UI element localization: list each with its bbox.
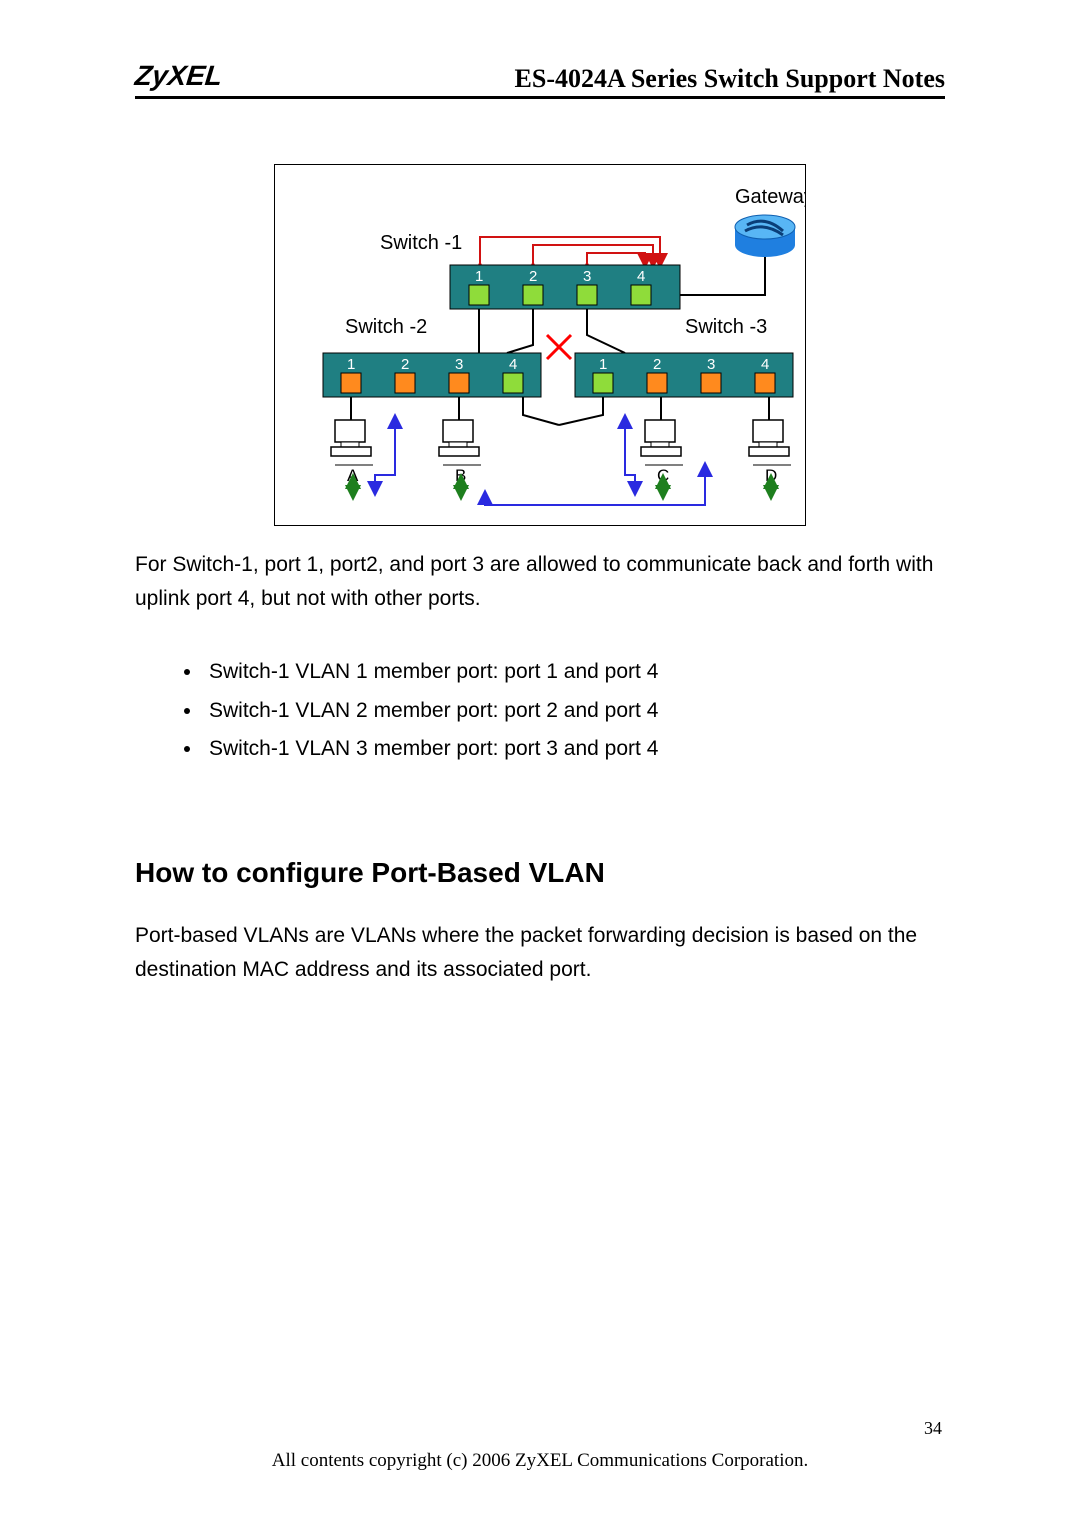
- switch3-port3-num: 3: [707, 356, 715, 373]
- switch1-port2-num: 2: [529, 268, 537, 285]
- page: ZyXEL ES-4024A Series Switch Support Not…: [0, 0, 1080, 1527]
- switch1-port1-num: 1: [475, 268, 483, 285]
- host-C: C: [641, 420, 683, 485]
- footer-copyright: All contents copyright (c) 2006 ZyXEL Co…: [0, 1450, 1080, 1472]
- paragraph-2: Port-based VLANs are VLANs where the pac…: [135, 919, 945, 986]
- switch1-port4-num: 4: [637, 268, 645, 285]
- host-D: D: [749, 420, 791, 485]
- list-item: Switch-1 VLAN 2 member port: port 2 and …: [203, 694, 945, 729]
- switch2-port3-num: 3: [455, 356, 463, 373]
- gateway-icon: [735, 215, 795, 257]
- page-number: 34: [924, 1418, 942, 1439]
- paragraph-1: For Switch-1, port 1, port2, and port 3 …: [135, 548, 945, 615]
- header: ZyXEL ES-4024A Series Switch Support Not…: [135, 60, 945, 99]
- list-item: Switch-1 VLAN 1 member port: port 1 and …: [203, 655, 945, 690]
- gateway-label: Gateway: [735, 186, 806, 208]
- switch3-port2-num: 2: [653, 356, 661, 373]
- network-diagram-container: Gateway Switch -1: [135, 164, 945, 526]
- switch2: 1 2 3 4: [323, 353, 541, 397]
- host-A: A: [331, 420, 373, 485]
- switch3-label: Switch -3: [685, 316, 767, 338]
- switch2-port4-num: 4: [509, 356, 517, 373]
- list-item: Switch-1 VLAN 3 member port: port 3 and …: [203, 732, 945, 767]
- section-heading: How to configure Port-Based VLAN: [135, 857, 945, 889]
- switch3: 1 2 3 4: [575, 353, 793, 397]
- network-diagram: Gateway Switch -1: [274, 164, 806, 526]
- document-title: ES-4024A Series Switch Support Notes: [515, 64, 945, 94]
- brand-logo: ZyXEL: [133, 60, 224, 94]
- switch1-port3-num: 3: [583, 268, 591, 285]
- switch2-port1-num: 1: [347, 356, 355, 373]
- switch2-label: Switch -2: [345, 316, 427, 338]
- switch3-port1-num: 1: [599, 356, 607, 373]
- vlan-member-list: Switch-1 VLAN 1 member port: port 1 and …: [135, 655, 945, 767]
- switch1-label: Switch -1: [380, 232, 462, 254]
- switch2-port2-num: 2: [401, 356, 409, 373]
- switch3-port4-num: 4: [761, 356, 769, 373]
- host-B: B: [439, 420, 481, 485]
- switch1: 1 2 3 4: [450, 265, 680, 309]
